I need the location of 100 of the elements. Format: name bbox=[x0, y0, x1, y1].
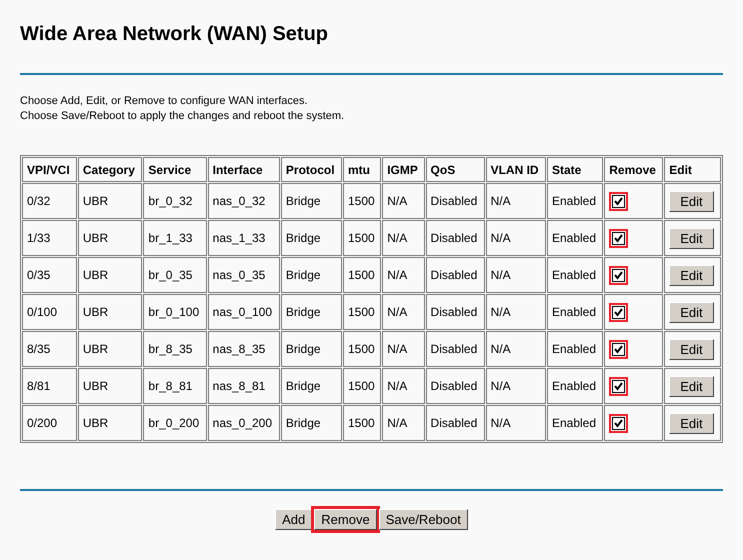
action-button[interactable]: Remove bbox=[314, 509, 377, 530]
table-cell: UBR bbox=[78, 368, 142, 404]
column-header: Protocol bbox=[280, 157, 342, 182]
table-cell: 1500 bbox=[342, 220, 382, 256]
table-cell: nas_1_33 bbox=[208, 220, 280, 256]
table-cell: nas_0_32 bbox=[208, 183, 280, 219]
table-cell: 8/35 bbox=[22, 331, 77, 367]
table-cell: Bridge bbox=[280, 257, 342, 293]
edit-button[interactable]: Edit bbox=[669, 338, 714, 360]
table-cell: Disabled bbox=[426, 368, 485, 404]
table-cell: Disabled bbox=[426, 294, 485, 330]
column-header: VLAN ID bbox=[486, 157, 546, 182]
table-cell: N/A bbox=[382, 331, 425, 367]
edit-button[interactable]: Edit bbox=[669, 376, 714, 396]
table-cell: Disabled bbox=[426, 257, 485, 293]
table-cell: N/A bbox=[486, 331, 546, 367]
table-cell: 0/100 bbox=[22, 294, 77, 330]
table-cell: 8/81 bbox=[22, 368, 77, 404]
column-header: mtu bbox=[342, 157, 382, 182]
table-cell: N/A bbox=[382, 294, 425, 330]
table-cell: Disabled bbox=[426, 405, 485, 441]
check-icon bbox=[614, 418, 624, 428]
table-cell: 0/32 bbox=[22, 183, 77, 219]
table-cell: N/A bbox=[382, 183, 425, 219]
check-icon bbox=[614, 308, 624, 316]
table-cell: 1500 bbox=[342, 368, 382, 404]
column-header: State bbox=[546, 157, 604, 182]
table-cell: UBR bbox=[78, 294, 142, 330]
column-header: IGMP bbox=[382, 157, 425, 182]
remove-checkbox[interactable] bbox=[609, 414, 628, 432]
column-header: Remove bbox=[604, 157, 664, 182]
table-cell: Enabled bbox=[546, 368, 604, 404]
table-cell: br_0_35 bbox=[143, 257, 207, 293]
remove-checkbox[interactable] bbox=[609, 302, 628, 322]
table-cell: br_0_100 bbox=[143, 294, 207, 330]
page-title: Wide Area Network (WAN) Setup bbox=[20, 22, 329, 46]
check-icon bbox=[614, 382, 624, 390]
table-cell: br_8_81 bbox=[143, 368, 207, 404]
action-button[interactable]: Add bbox=[275, 509, 312, 530]
check-icon bbox=[614, 344, 624, 354]
edit-button[interactable]: Edit bbox=[669, 190, 714, 212]
table-cell: N/A bbox=[486, 183, 546, 219]
table-cell: Bridge bbox=[280, 294, 342, 330]
table-cell: br_0_200 bbox=[143, 405, 207, 441]
table-cell: br_8_35 bbox=[143, 331, 207, 367]
remove-checkbox[interactable] bbox=[609, 266, 628, 284]
table-cell: nas_0_200 bbox=[208, 405, 280, 441]
edit-button[interactable]: Edit bbox=[669, 228, 714, 248]
table-cell: N/A bbox=[382, 405, 425, 441]
table-cell: br_1_33 bbox=[143, 220, 207, 256]
check-icon bbox=[614, 234, 624, 242]
table-cell: N/A bbox=[486, 368, 546, 404]
edit-button[interactable]: Edit bbox=[669, 412, 714, 434]
table-cell: Enabled bbox=[546, 257, 604, 293]
table-cell: 0/35 bbox=[22, 257, 77, 293]
column-header: VPI/VCI bbox=[22, 157, 77, 182]
remove-checkbox[interactable] bbox=[609, 376, 628, 396]
table-cell: UBR bbox=[78, 183, 142, 219]
edit-button[interactable]: Edit bbox=[669, 302, 714, 322]
table-cell: nas_0_100 bbox=[208, 294, 280, 330]
table-cell: Enabled bbox=[546, 331, 604, 367]
table-cell: Enabled bbox=[546, 294, 604, 330]
table-cell: 1500 bbox=[342, 257, 382, 293]
remove-checkbox[interactable] bbox=[609, 228, 628, 248]
instruction-text: Choose Add, Edit, or Remove to configure WAN interfaces. bbox=[20, 94, 309, 109]
table-cell: UBR bbox=[78, 257, 142, 293]
table-cell: Enabled bbox=[546, 405, 604, 441]
table-cell: br_0_32 bbox=[143, 183, 207, 219]
table-cell: Bridge bbox=[280, 183, 342, 219]
edit-button[interactable]: Edit bbox=[669, 264, 714, 286]
check-icon bbox=[614, 196, 624, 206]
remove-checkbox[interactable] bbox=[609, 192, 628, 210]
table-cell: UBR bbox=[78, 405, 142, 441]
table-cell: nas_8_81 bbox=[208, 368, 280, 404]
table-cell: UBR bbox=[78, 331, 142, 367]
table-cell: 1500 bbox=[342, 183, 382, 219]
instruction-text: Choose Save/Reboot to apply the changes and reboot the system. bbox=[20, 109, 346, 124]
table-cell: 1500 bbox=[342, 405, 382, 441]
column-header: Service bbox=[143, 157, 207, 182]
action-button[interactable]: Save/Reboot bbox=[378, 509, 468, 530]
table-cell: Disabled bbox=[426, 220, 485, 256]
remove-checkbox[interactable] bbox=[609, 340, 628, 358]
check-icon bbox=[614, 270, 624, 280]
table-cell: N/A bbox=[382, 220, 425, 256]
column-header: Edit bbox=[664, 157, 721, 182]
column-header: QoS bbox=[426, 157, 485, 182]
table-cell: Enabled bbox=[546, 183, 604, 219]
column-header: Category bbox=[78, 157, 142, 182]
table-cell: Bridge bbox=[280, 220, 342, 256]
table-cell: nas_0_35 bbox=[208, 257, 280, 293]
table-cell: Disabled bbox=[426, 331, 485, 367]
table-cell: 1500 bbox=[342, 331, 382, 367]
table-cell: N/A bbox=[486, 257, 546, 293]
table-cell: N/A bbox=[382, 257, 425, 293]
table-cell: 1/33 bbox=[22, 220, 77, 256]
column-header: Interface bbox=[208, 157, 280, 182]
table-cell: N/A bbox=[486, 220, 546, 256]
table-cell: Bridge bbox=[280, 368, 342, 404]
table-cell: N/A bbox=[382, 368, 425, 404]
table-cell: Bridge bbox=[280, 331, 342, 367]
